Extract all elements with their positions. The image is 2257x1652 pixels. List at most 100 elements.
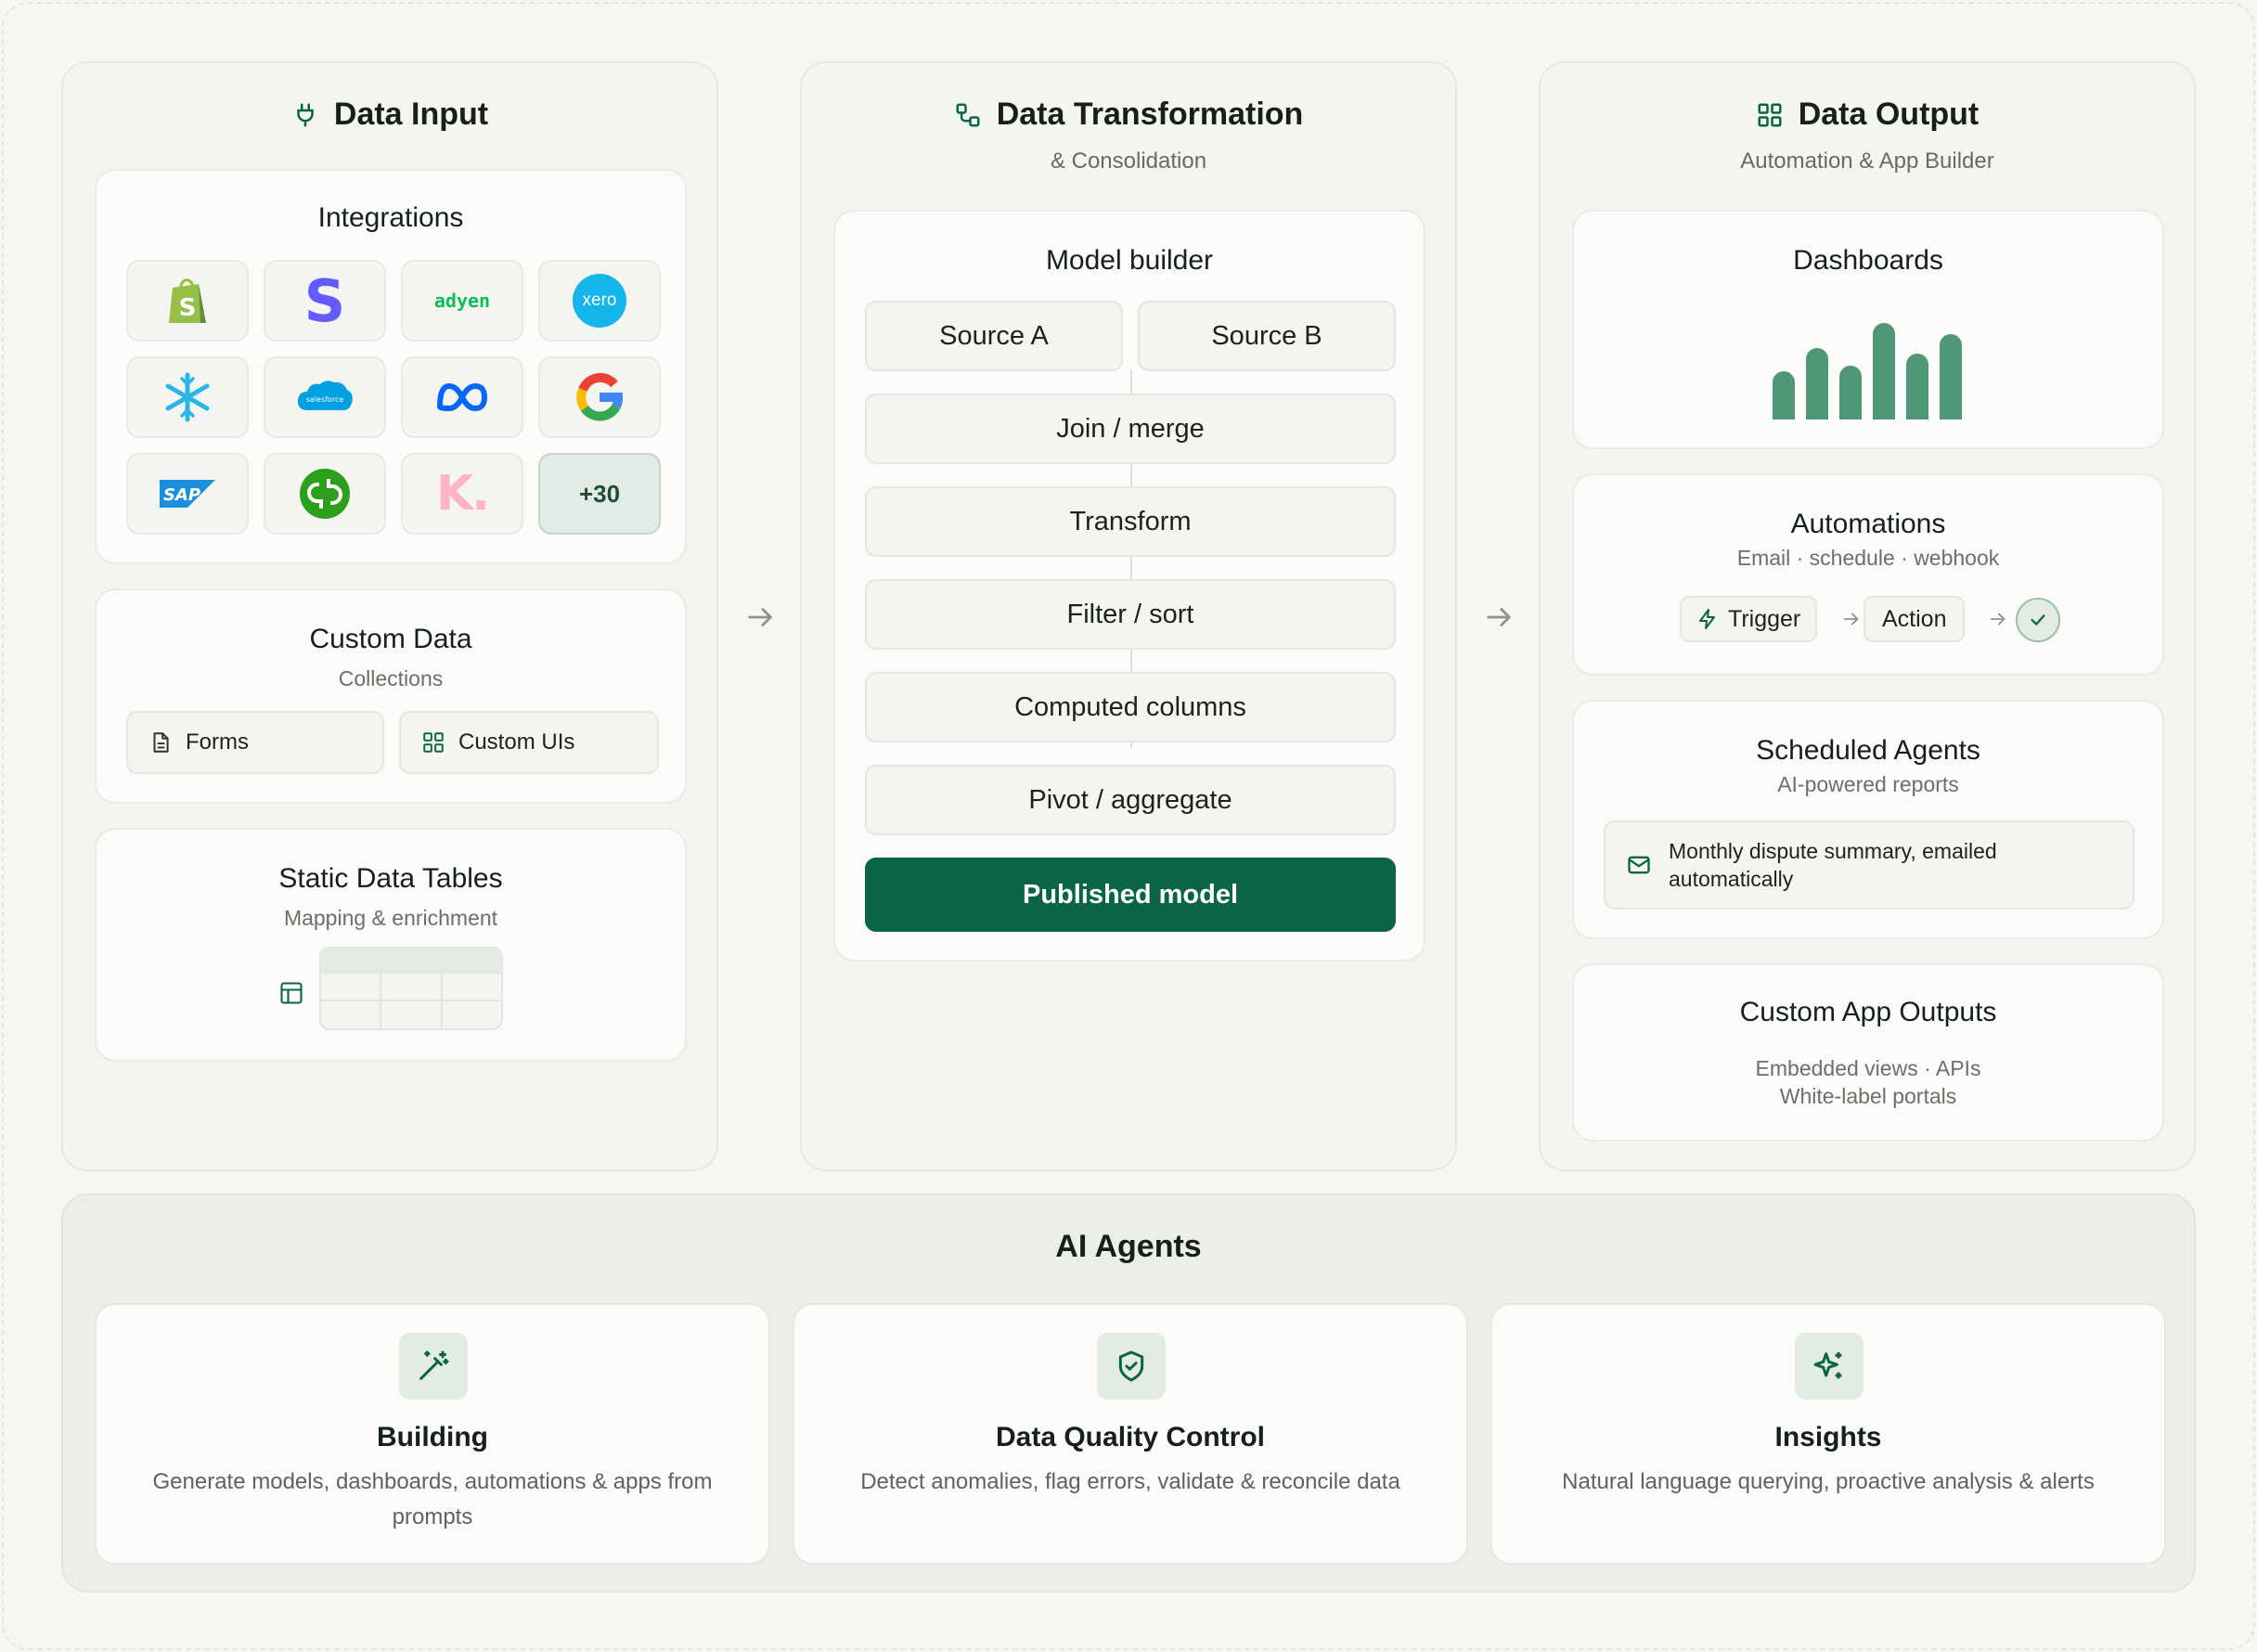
quickbooks-icon [300, 469, 350, 519]
scheduled-agents-subtitle: AI-powered reports [1777, 772, 1959, 796]
integration-klarna[interactable]: K. [401, 453, 523, 535]
data-transformation-header: Data Transformation [802, 97, 1455, 133]
pivot-aggregate-step[interactable]: Pivot / aggregate [865, 765, 1396, 835]
agent-data-quality-title: Data Quality Control [995, 1422, 1266, 1452]
data-transformation-title: Data Transformation [996, 97, 1304, 132]
data-output-title: Data Output [1798, 97, 1980, 132]
arrow-right-icon [1990, 613, 2006, 626]
model-builder-card: Model builder Source A Source B Join / m… [833, 210, 1425, 962]
integration-salesforce[interactable]: salesforce [264, 356, 386, 438]
integration-sap[interactable]: SAP [126, 453, 249, 535]
more-integrations-button[interactable]: +30 [538, 453, 661, 535]
integrations-title: Integrations [317, 202, 464, 233]
action-label: Action [1882, 605, 1947, 632]
automations-card[interactable]: Automations Email · schedule · webhook T… [1572, 473, 2164, 676]
sparkles-icon [1795, 1333, 1864, 1400]
custom-app-outputs-card[interactable]: Custom App Outputs Embedded views · APIs… [1572, 963, 2164, 1142]
data-output-column: Data Output Automation & App Builder Das… [1539, 61, 2196, 1171]
data-input-title: Data Input [333, 97, 489, 132]
snowflake-icon [165, 372, 210, 422]
salesforce-icon: salesforce [297, 381, 353, 411]
agent-building-card[interactable]: Building Generate models, dashboards, au… [95, 1303, 770, 1565]
data-output-header: Data Output [1541, 97, 2194, 133]
custom-app-line2: White-label portals [1779, 1084, 1957, 1108]
published-model-button[interactable]: Published model [865, 858, 1396, 932]
meta-icon [437, 382, 488, 412]
dashboards-title: Dashboards [1793, 245, 1943, 276]
xero-icon: xero [573, 274, 626, 328]
integration-snowflake[interactable] [126, 356, 249, 438]
agent-building-title: Building [377, 1422, 488, 1452]
data-output-subtitle: Automation & App Builder [1740, 148, 1994, 174]
magic-wand-icon [399, 1333, 468, 1400]
custom-data-card: Custom Data Collections Forms Custom UIs [95, 588, 687, 804]
report-item[interactable]: Monthly dispute summary, emailed automat… [1604, 820, 2134, 910]
custom-app-title: Custom App Outputs [1739, 997, 1997, 1027]
integration-meta[interactable] [401, 356, 523, 438]
table-preview [319, 947, 503, 1030]
sap-icon: SAP [160, 480, 215, 508]
arrow-right-icon [748, 608, 772, 626]
workflow-icon [956, 103, 980, 126]
custom-data-subtitle: Collections [338, 666, 444, 690]
agent-data-quality-desc: Detect anomalies, flag errors, validate … [860, 1469, 1400, 1494]
mail-icon [1628, 856, 1650, 874]
xero-logo-text: xero [582, 290, 617, 310]
dashboards-card[interactable]: Dashboards [1572, 210, 2164, 449]
integration-stripe[interactable]: S [264, 260, 386, 342]
agent-insights-card[interactable]: Insights Natural language querying, proa… [1490, 1303, 2166, 1565]
dashboard-bar [1940, 334, 1962, 419]
agent-insights-title: Insights [1774, 1422, 1882, 1452]
sap-logo-text: SAP [163, 485, 200, 505]
trigger-label: Trigger [1728, 605, 1801, 632]
data-transformation-column: Data Transformation & Consolidation Mode… [800, 61, 1457, 1171]
data-transformation-subtitle: & Consolidation [1050, 148, 1207, 174]
svg-text:S: S [304, 273, 346, 329]
dashboard-bar-chart [1773, 323, 1969, 419]
data-input-header: Data Input [63, 97, 716, 133]
integration-google[interactable] [538, 356, 661, 438]
join-merge-step[interactable]: Join / merge [865, 394, 1396, 464]
data-input-column: Data Input Integrations S S adyen xero s… [61, 61, 718, 1171]
integrations-card: Integrations S S adyen xero salesforce S… [95, 169, 687, 564]
scheduled-agents-title: Scheduled Agents [1756, 735, 1980, 766]
integration-adyen[interactable]: adyen [401, 260, 523, 342]
lightning-icon [1699, 609, 1715, 629]
svg-text:S: S [179, 294, 197, 322]
static-data-tables-card: Static Data Tables Mapping & enrichment [95, 828, 687, 1062]
custom-uis-button[interactable]: Custom UIs [399, 711, 659, 774]
shield-check-icon [1097, 1333, 1166, 1400]
dashboard-bar [1873, 323, 1895, 419]
transform-step[interactable]: Transform [865, 486, 1396, 557]
agent-building-desc: Generate models, dashboards, automations… [152, 1469, 713, 1529]
action-chip[interactable]: Action [1864, 596, 1966, 642]
forms-button[interactable]: Forms [126, 711, 384, 774]
dashboard-bar [1839, 366, 1862, 419]
filter-sort-step[interactable]: Filter / sort [865, 579, 1396, 650]
source-b-node[interactable]: Source B [1138, 301, 1396, 371]
report-text: Monthly dispute summary, emailed automat… [1669, 839, 1997, 891]
stripe-icon: S [304, 273, 346, 329]
adyen-logo-text: adyen [433, 290, 491, 312]
arrow-right-icon [1487, 608, 1511, 626]
computed-columns-step[interactable]: Computed columns [865, 672, 1396, 742]
grid-icon [423, 732, 444, 753]
integration-xero[interactable]: xero [538, 260, 661, 342]
layout-grid-icon [1758, 103, 1782, 126]
trigger-chip[interactable]: Trigger [1680, 596, 1818, 642]
scheduled-agents-card[interactable]: Scheduled Agents AI-powered reports Mont… [1572, 700, 2164, 939]
model-builder-title: Model builder [1045, 245, 1214, 276]
dashboard-bar [1806, 348, 1828, 419]
static-tables-subtitle: Mapping & enrichment [283, 906, 498, 930]
integration-quickbooks[interactable] [264, 453, 386, 535]
custom-app-line1: Embedded views · APIs [1755, 1056, 1981, 1080]
agent-data-quality-card[interactable]: Data Quality Control Detect anomalies, f… [793, 1303, 1468, 1565]
automations-subtitle: Email · schedule · webhook [1736, 546, 2000, 570]
success-check-icon [2016, 598, 2060, 642]
klarna-logo-text: K. [435, 466, 490, 522]
integration-shopify[interactable]: S [126, 260, 249, 342]
salesforce-logo-text: salesforce [306, 395, 344, 404]
source-a-node[interactable]: Source A [865, 301, 1123, 371]
arrow-right-icon [1843, 613, 1859, 626]
ai-agents-section: AI Agents Building Generate models, dash… [61, 1194, 2196, 1593]
